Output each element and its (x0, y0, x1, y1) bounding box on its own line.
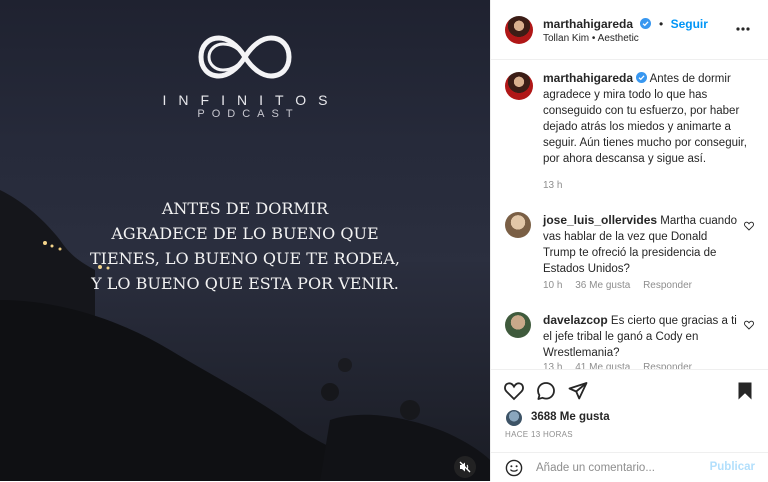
likes-count[interactable]: 3688 Me gusta (531, 411, 610, 423)
quote-line: Y LO BUENO QUE ESTA POR VENIR. (91, 274, 399, 293)
username-link[interactable]: marthahigareda (543, 17, 633, 31)
quote-line: ANTES DE DORMIR (161, 199, 329, 218)
quote-text: ANTES DE DORMIR AGRADECE DE LO BUENO QUE… (60, 196, 430, 296)
reply-button[interactable]: Responder (643, 280, 692, 291)
add-comment-bar: Publicar (491, 452, 768, 482)
caption-avatar[interactable] (505, 72, 533, 100)
comment: davelazcop Es cierto que gracias a ti el… (543, 312, 743, 361)
comment-avatar[interactable] (505, 212, 531, 238)
audio-track: Aesthetic (597, 33, 639, 44)
post-comment-button[interactable]: Publicar (710, 461, 755, 473)
post-sidebar: marthahigareda • Seguir Tollan Kim • Aes… (490, 0, 768, 481)
quote-line: AGRADECE DE LO BUENO QUE (111, 224, 379, 243)
post-time: HACE 13 HORAS (505, 430, 573, 439)
comment-likes[interactable]: 36 Me gusta (575, 280, 630, 291)
liker-avatar (505, 409, 523, 427)
infinity-icon (198, 35, 292, 79)
caption: marthahigareda Antes de dormir agradece … (543, 70, 751, 167)
header-user-row: marthahigareda • Seguir (543, 15, 708, 33)
separator-dot: • (658, 17, 664, 31)
verified-badge-icon (636, 72, 648, 83)
quote-line: TIENES, LO BUENO QUE TE RODEA, (90, 249, 400, 268)
caption-username[interactable]: marthahigareda (543, 71, 633, 85)
more-options-icon[interactable] (735, 20, 751, 38)
avatar[interactable] (505, 16, 533, 44)
brand-name: INFINITOS (162, 92, 340, 108)
verified-badge-icon (640, 18, 652, 29)
comment-input[interactable] (536, 459, 696, 477)
emoji-icon[interactable] (505, 459, 523, 477)
comment-time[interactable]: 10 h (543, 280, 562, 291)
audio-info[interactable]: Tollan Kim • Aesthetic (543, 33, 639, 44)
brand-subtitle: PODCAST (197, 108, 300, 120)
mute-button[interactable] (454, 456, 476, 478)
speaker-muted-icon (459, 461, 471, 473)
comment-avatar[interactable] (505, 312, 531, 338)
follow-button[interactable]: Seguir (671, 17, 708, 31)
comment-username[interactable]: davelazcop (543, 313, 608, 327)
comment-like-heart-icon[interactable] (744, 221, 754, 231)
comment-meta: 10 h 36 Me gusta Responder (543, 280, 702, 291)
caption-text: Antes de dormir agradece y mira todo lo … (543, 73, 747, 165)
save-bookmark-icon[interactable] (735, 381, 755, 401)
caption-time[interactable]: 13 h (543, 180, 562, 191)
post-media[interactable]: INFINITOS PODCAST ANTES DE DORMIR AGRADE… (0, 0, 490, 481)
comment: jose_luis_ollervides Martha cuando vas h… (543, 212, 743, 277)
infinity-logo (0, 32, 490, 87)
share-paper-plane-icon[interactable] (568, 381, 588, 401)
comment-username[interactable]: jose_luis_ollervides (543, 213, 657, 227)
comment-like-heart-icon[interactable] (744, 320, 754, 330)
post-actions: 3688 Me gusta HACE 13 HORAS Publicar (491, 369, 768, 481)
post-header: marthahigareda • Seguir Tollan Kim • Aes… (491, 0, 768, 60)
like-heart-icon[interactable] (504, 381, 524, 401)
audio-artist: Tollan Kim (543, 33, 590, 44)
audio-separator: • (591, 33, 596, 44)
caption-meta: 13 h (543, 180, 572, 191)
comment-bubble-icon[interactable] (536, 381, 556, 401)
